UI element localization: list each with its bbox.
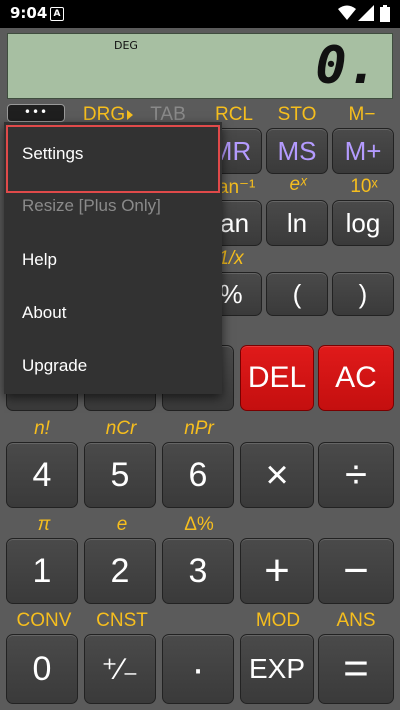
- multiply-key[interactable]: ×: [240, 442, 314, 508]
- pi-label: π: [37, 514, 51, 535]
- ncr-label: nCr: [105, 418, 137, 439]
- delta-percent-label: Δ%: [184, 514, 214, 535]
- decimal-point-key[interactable]: ·: [162, 634, 234, 704]
- status-bar: 9:04 A: [0, 0, 400, 28]
- factorial-label: n!: [34, 418, 50, 439]
- key-0[interactable]: 0: [6, 634, 78, 704]
- ans-label: ANS: [336, 610, 376, 631]
- calculator-display: DEG 0.: [7, 33, 393, 99]
- drg-arrow-icon: [127, 109, 134, 120]
- signal-icon: [358, 5, 374, 21]
- ten-power-label: 10ˣ: [350, 176, 378, 197]
- key-5[interactable]: 5: [84, 442, 156, 508]
- angle-mode-indicator: DEG: [114, 39, 138, 52]
- overflow-menu-button[interactable]: •••: [7, 104, 65, 122]
- npr-label: nPr: [184, 418, 214, 439]
- clock: 9:04: [10, 4, 48, 22]
- plus-minus-key[interactable]: ⁺∕₋: [84, 634, 156, 704]
- right-paren-key[interactable]: ): [332, 272, 394, 316]
- sto-label: STO: [277, 104, 317, 125]
- key-2[interactable]: 2: [84, 538, 156, 604]
- menu-item-upgrade[interactable]: Upgrade: [4, 340, 222, 392]
- settings-highlight-box: [6, 125, 220, 193]
- exp-key[interactable]: EXP: [240, 634, 314, 704]
- equals-key[interactable]: =: [318, 634, 394, 704]
- exp-e-label: eˣ: [289, 174, 307, 195]
- plus-key[interactable]: +: [240, 538, 314, 604]
- divide-key[interactable]: ÷: [318, 442, 394, 508]
- euler-label: e: [116, 514, 128, 535]
- conv-label: CONV: [16, 610, 72, 631]
- key-4[interactable]: 4: [6, 442, 78, 508]
- menu-item-about[interactable]: About: [4, 287, 222, 339]
- wifi-icon: [338, 5, 356, 20]
- key-3[interactable]: 3: [162, 538, 234, 604]
- m-minus-label: M−: [348, 104, 376, 125]
- menu-item-help[interactable]: Help: [4, 234, 222, 286]
- overflow-menu: Settings Resize [Plus Only] Help About U…: [4, 122, 222, 394]
- all-clear-key[interactable]: AC: [318, 345, 394, 411]
- left-paren-key[interactable]: (: [266, 272, 328, 316]
- ms-key[interactable]: MS: [266, 128, 328, 174]
- mod-label: MOD: [255, 610, 301, 631]
- battery-icon: [380, 5, 390, 22]
- minus-key[interactable]: −: [318, 538, 394, 604]
- cnst-label: CNST: [96, 610, 148, 631]
- key-6[interactable]: 6: [162, 442, 234, 508]
- m-plus-key[interactable]: M+: [332, 128, 394, 174]
- log-key[interactable]: log: [332, 200, 394, 246]
- key-1[interactable]: 1: [6, 538, 78, 604]
- ln-key[interactable]: ln: [266, 200, 328, 246]
- delete-key[interactable]: DEL: [240, 345, 314, 411]
- display-value: 0.: [315, 36, 378, 96]
- notification-icon: A: [50, 7, 64, 21]
